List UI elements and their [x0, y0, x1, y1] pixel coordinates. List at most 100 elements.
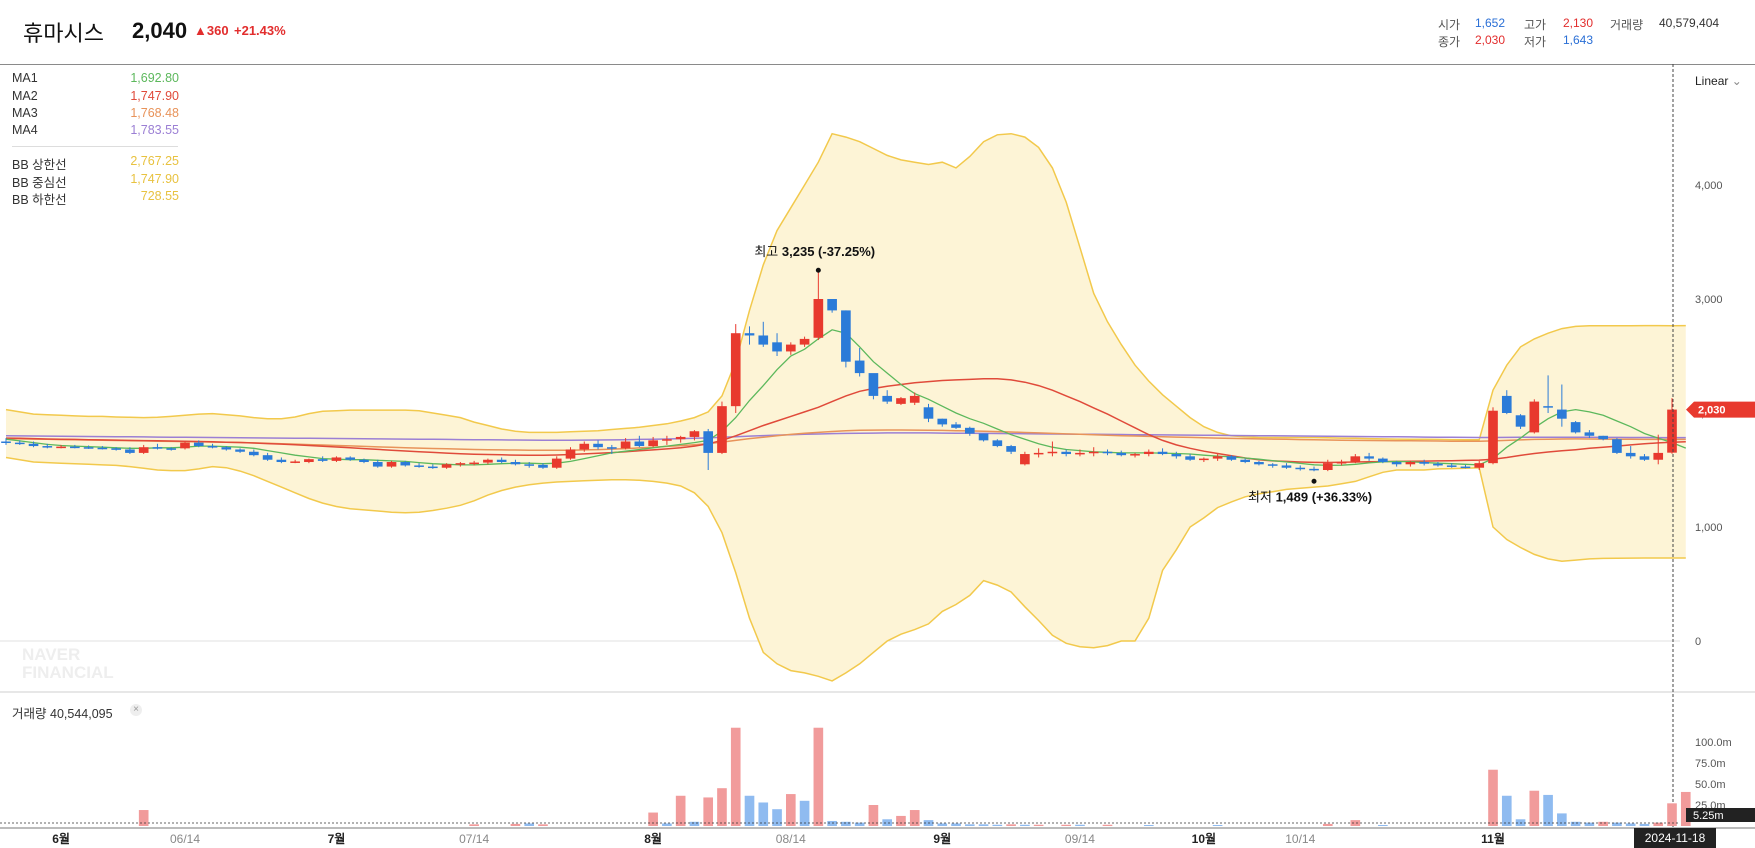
candle-body: [180, 442, 190, 449]
bb-upper-label: BB 상한선: [12, 158, 67, 172]
candle-body: [235, 449, 245, 452]
ma3-value: 1,768.48: [130, 106, 179, 120]
candle-body: [1446, 465, 1457, 467]
candle-body: [730, 333, 741, 407]
chevron-down-icon: ⌄: [1731, 74, 1742, 88]
candle-body: [1501, 395, 1512, 413]
candle-body: [1639, 456, 1650, 460]
bb-lower-label: BB 하한선: [12, 193, 67, 207]
candle-body: [1653, 452, 1664, 460]
candle-body: [1075, 452, 1085, 455]
volume-bar: [510, 823, 521, 826]
close-value: 2,030: [1475, 33, 1506, 47]
candle-body: [386, 462, 397, 467]
x-tick-label: 11월: [1481, 831, 1505, 846]
candle-body: [551, 458, 562, 468]
candle-body: [1460, 466, 1471, 469]
high-annotation: 최고 3,235 (-37.25%): [754, 244, 875, 259]
candle-body: [1212, 456, 1223, 459]
volume-tick-label: 100.0m: [1695, 737, 1732, 749]
candle-body: [1419, 462, 1429, 464]
volume-bar: [1212, 824, 1223, 826]
chart-window: 휴마시스 2,040 ▲360 +21.43% 시가 1,652 종가 2,03…: [0, 0, 1755, 848]
candle-body: [207, 446, 218, 448]
watermark: NAVERFINANCIAL: [22, 645, 114, 682]
volume-bar: [689, 821, 700, 826]
candle-body: [414, 465, 424, 467]
scale-select[interactable]: Linear ⌄: [1695, 74, 1742, 88]
candle-body: [951, 424, 961, 428]
open-label: 시가: [1438, 18, 1461, 32]
candle-body: [854, 360, 865, 374]
candle-body: [1226, 456, 1237, 460]
candle-body: [799, 338, 810, 345]
candle-body: [372, 462, 383, 467]
candle-body: [125, 449, 135, 453]
ma1-label: MA1: [12, 71, 38, 85]
candle-body: [1061, 451, 1072, 455]
candle-body: [1598, 435, 1608, 440]
ma4-value: 1,783.55: [130, 123, 179, 137]
candle-body: [166, 448, 177, 450]
candle-body: [193, 442, 204, 447]
candle-body: [593, 443, 603, 448]
stock-header: 휴마시스 2,040 ▲360 +21.43% 시가 1,652 종가 2,03…: [0, 0, 1755, 65]
current-price: 2,040: [132, 18, 188, 43]
high-annotation-label: 최고: [754, 244, 782, 259]
volume-bar: [785, 794, 796, 826]
volume-bar: [1378, 824, 1388, 826]
price-chart[interactable]: NAVERFINANCIAL 최고 3,235 (-37.25%) 최저 1,489…: [0, 64, 1755, 848]
volume-last-value: 5.25m: [1693, 810, 1724, 822]
watermark-text: FINANCIAL: [22, 663, 114, 682]
x-tick-label: 8월: [644, 831, 662, 846]
candle-body: [538, 464, 548, 468]
ma1-value: 1,692.80: [130, 71, 179, 85]
candle-body: [1488, 410, 1498, 464]
candle-body: [1322, 463, 1333, 470]
y-tick-label: 1,000: [1695, 522, 1723, 534]
close-label: 종가: [1438, 35, 1461, 49]
price-change: ▲360: [194, 23, 229, 38]
candle-body: [1391, 462, 1402, 465]
x-tick-label: 9월: [933, 831, 951, 846]
candle-body: [428, 466, 438, 469]
low-marker: [1311, 478, 1317, 484]
candle-body: [964, 427, 975, 434]
candle-body: [345, 457, 356, 460]
candle-body: [304, 459, 314, 463]
candle-body: [56, 446, 66, 449]
candle-body: [923, 407, 934, 419]
candle-body: [882, 395, 893, 402]
candle-body: [675, 436, 686, 440]
volume-bar: [1020, 824, 1030, 826]
candle-body: [1433, 463, 1443, 466]
volume-bar: [1143, 824, 1154, 826]
candle-body: [317, 459, 328, 461]
volume-tick-label: 50.0m: [1695, 779, 1726, 791]
candle-body: [1267, 464, 1278, 466]
candle-body: [813, 299, 824, 338]
low-annotation-value: 1,489 (+36.33%): [1276, 489, 1372, 504]
volume-bar: [841, 821, 851, 826]
low-value: 1,643: [1563, 33, 1594, 47]
candle-body: [1625, 452, 1636, 457]
candle-body: [400, 462, 411, 466]
candle-body: [1584, 432, 1595, 436]
candle-body: [1130, 454, 1140, 456]
candle-body: [469, 462, 479, 465]
candle-body: [276, 459, 287, 463]
volume-bar: [1639, 823, 1650, 826]
high-marker: [815, 267, 821, 273]
close-icon[interactable]: ×: [130, 704, 142, 716]
candle-body: [841, 310, 851, 362]
open-value: 1,652: [1475, 16, 1506, 30]
candle-body: [689, 431, 700, 437]
volume-bar: [717, 788, 727, 826]
candle-body: [70, 446, 80, 449]
volume-bar: [992, 824, 1003, 826]
candle-body: [1116, 452, 1127, 456]
volume-bar: [1488, 769, 1498, 826]
candle-body: [909, 395, 920, 403]
volume-bar: [524, 823, 535, 826]
price-change-percent: +21.43%: [234, 23, 286, 38]
